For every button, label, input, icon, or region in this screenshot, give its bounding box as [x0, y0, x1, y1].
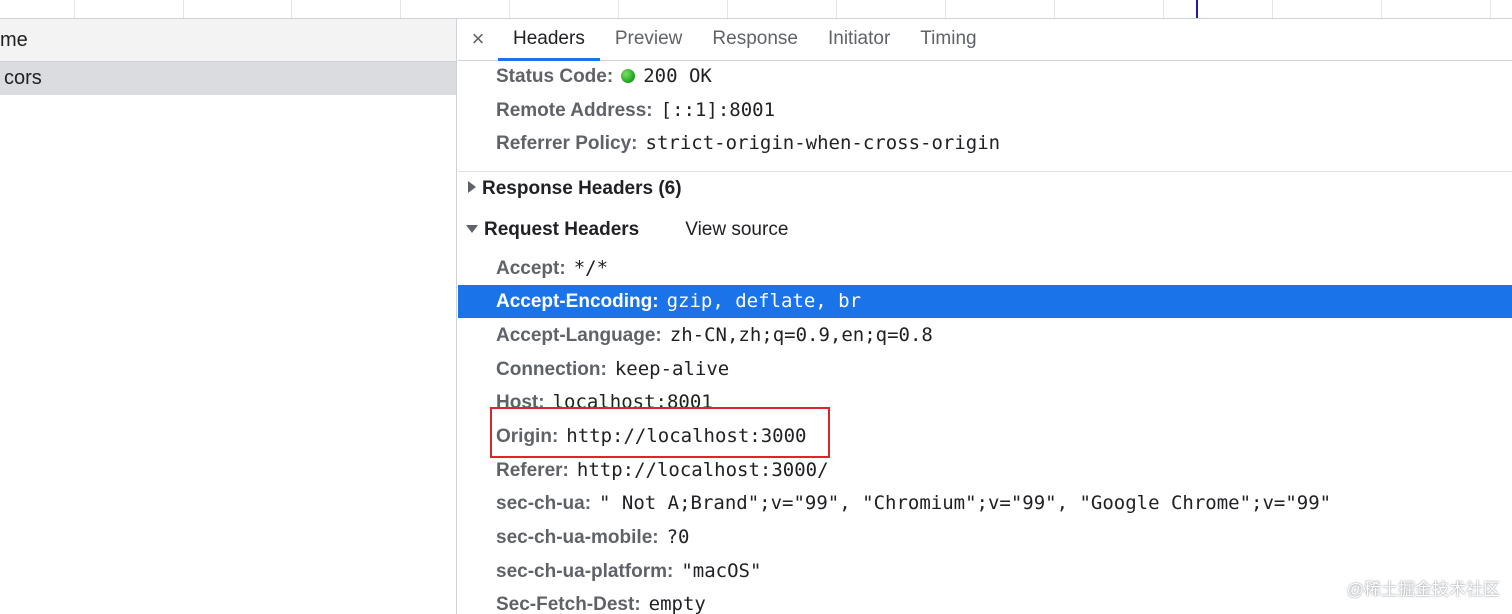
timeline-gridline: [1490, 0, 1491, 18]
timeline-gridline: [945, 0, 946, 18]
collapsed-triangle-icon[interactable]: [468, 181, 476, 193]
header-value: 200 OK: [643, 65, 712, 87]
header-row-sec-ch-ua-mobile[interactable]: sec-ch-ua-mobile: ?0: [458, 521, 1512, 554]
header-value: gzip, deflate, br: [666, 290, 862, 312]
header-value: localhost:8001: [552, 391, 713, 413]
timeline-gridline: [1381, 0, 1382, 18]
header-key: Accept:: [496, 258, 566, 279]
request-list-pane: me cors: [0, 19, 457, 614]
header-row-connection[interactable]: Connection: keep-alive: [458, 353, 1512, 386]
header-row-accept-language[interactable]: Accept-Language: zh-CN,zh;q=0.9,en;q=0.8: [458, 319, 1512, 352]
request-row-cors[interactable]: cors: [0, 62, 456, 95]
header-value: keep-alive: [614, 358, 730, 380]
header-value: [::1]:8001: [660, 99, 776, 121]
tab-headers[interactable]: Headers: [498, 19, 600, 61]
status-code-row[interactable]: Status Code: 200 OK: [458, 60, 1512, 93]
waterfall-timeline: [0, 0, 1512, 19]
header-key: Sec-Fetch-Dest:: [496, 594, 641, 614]
timeline-gridline: [727, 0, 728, 18]
header-key: sec-ch-ua:: [496, 493, 592, 514]
header-key: sec-ch-ua-platform:: [496, 561, 674, 582]
tab-initiator[interactable]: Initiator: [813, 19, 905, 60]
header-key: Referrer Policy:: [496, 133, 638, 154]
header-key: Connection:: [496, 359, 607, 380]
header-key: Remote Address:: [496, 100, 653, 121]
header-key: Referer:: [496, 460, 569, 481]
header-value: " Not A;Brand";v="99", "Chromium";v="99"…: [599, 492, 1332, 514]
timeline-gridline: [1054, 0, 1055, 18]
header-value: strict-origin-when-cross-origin: [645, 132, 1001, 154]
header-value: "macOS": [681, 560, 762, 582]
status-ok-icon: [621, 69, 636, 83]
header-value: http://localhost:3000/: [576, 459, 829, 481]
timeline-gridline: [618, 0, 619, 18]
details-tabbar: × Headers Preview Response Initiator Tim…: [458, 19, 1512, 61]
header-row-origin[interactable]: Origin: http://localhost:3000: [458, 420, 1512, 453]
header-row-sec-ch-ua[interactable]: sec-ch-ua: " Not A;Brand";v="99", "Chromi…: [458, 487, 1512, 520]
timeline-gridline: [74, 0, 75, 18]
request-details-pane: × Headers Preview Response Initiator Tim…: [458, 19, 1512, 614]
response-headers-section[interactable]: Response Headers (6): [458, 171, 1512, 207]
header-value: http://localhost:3000: [566, 425, 807, 447]
header-row-accept-encoding[interactable]: Accept-Encoding: gzip, deflate, br: [458, 285, 1512, 318]
header-value: zh-CN,zh;q=0.9,en;q=0.8: [669, 324, 933, 346]
view-source-link[interactable]: View source: [685, 219, 788, 240]
tab-response[interactable]: Response: [697, 19, 813, 60]
request-headers-section[interactable]: Request Headers View source: [458, 212, 1512, 248]
header-key: Host:: [496, 392, 545, 413]
remote-address-row[interactable]: Remote Address: [::1]:8001: [458, 94, 1512, 127]
header-row-accept[interactable]: Accept: */*: [458, 252, 1512, 285]
header-key: sec-ch-ua-mobile:: [496, 527, 659, 548]
timeline-gridline: [509, 0, 510, 18]
tab-timing[interactable]: Timing: [905, 19, 991, 60]
timeline-marker[interactable]: [1196, 0, 1198, 18]
timeline-gridline: [1163, 0, 1164, 18]
timeline-gridline: [291, 0, 292, 18]
header-value: */*: [573, 257, 609, 279]
expanded-triangle-icon[interactable]: [466, 225, 478, 233]
timeline-gridline: [1272, 0, 1273, 18]
header-row-referer[interactable]: Referer: http://localhost:3000/: [458, 454, 1512, 487]
timeline-gridline: [836, 0, 837, 18]
close-icon[interactable]: ×: [458, 19, 498, 60]
section-title: Request Headers: [484, 219, 640, 240]
watermark: @稀土掘金技术社区: [1346, 580, 1500, 599]
section-title: Response Headers (6): [482, 178, 682, 199]
header-key: Origin:: [496, 426, 559, 447]
tab-preview[interactable]: Preview: [600, 19, 698, 60]
timeline-gridline: [400, 0, 401, 18]
header-key: Status Code:: [496, 66, 614, 87]
header-row-host[interactable]: Host: localhost:8001: [458, 386, 1512, 419]
header-value: ?0: [666, 526, 690, 548]
timeline-gridline: [183, 0, 184, 18]
header-key: Accept-Encoding:: [496, 291, 659, 312]
referrer-policy-row[interactable]: Referrer Policy: strict-origin-when-cross…: [458, 127, 1512, 160]
header-value: empty: [648, 593, 706, 614]
name-column-header[interactable]: me: [0, 19, 456, 62]
header-key: Accept-Language:: [496, 325, 662, 346]
